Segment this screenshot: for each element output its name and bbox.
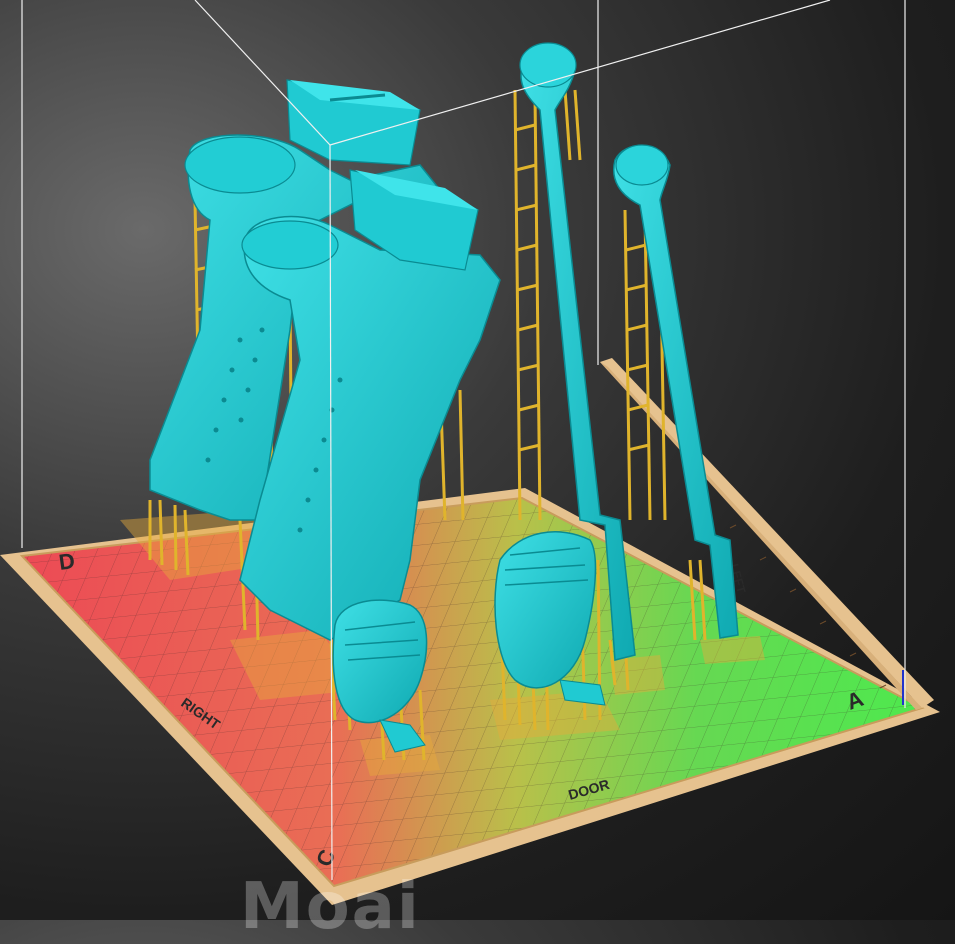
3d-viewport[interactable]: D C A RIGHT DOOR LEFT	[0, 0, 955, 920]
build-plate	[0, 358, 940, 905]
model-block-1[interactable]	[286, 79, 421, 166]
watermark-text: Moai	[240, 870, 421, 944]
